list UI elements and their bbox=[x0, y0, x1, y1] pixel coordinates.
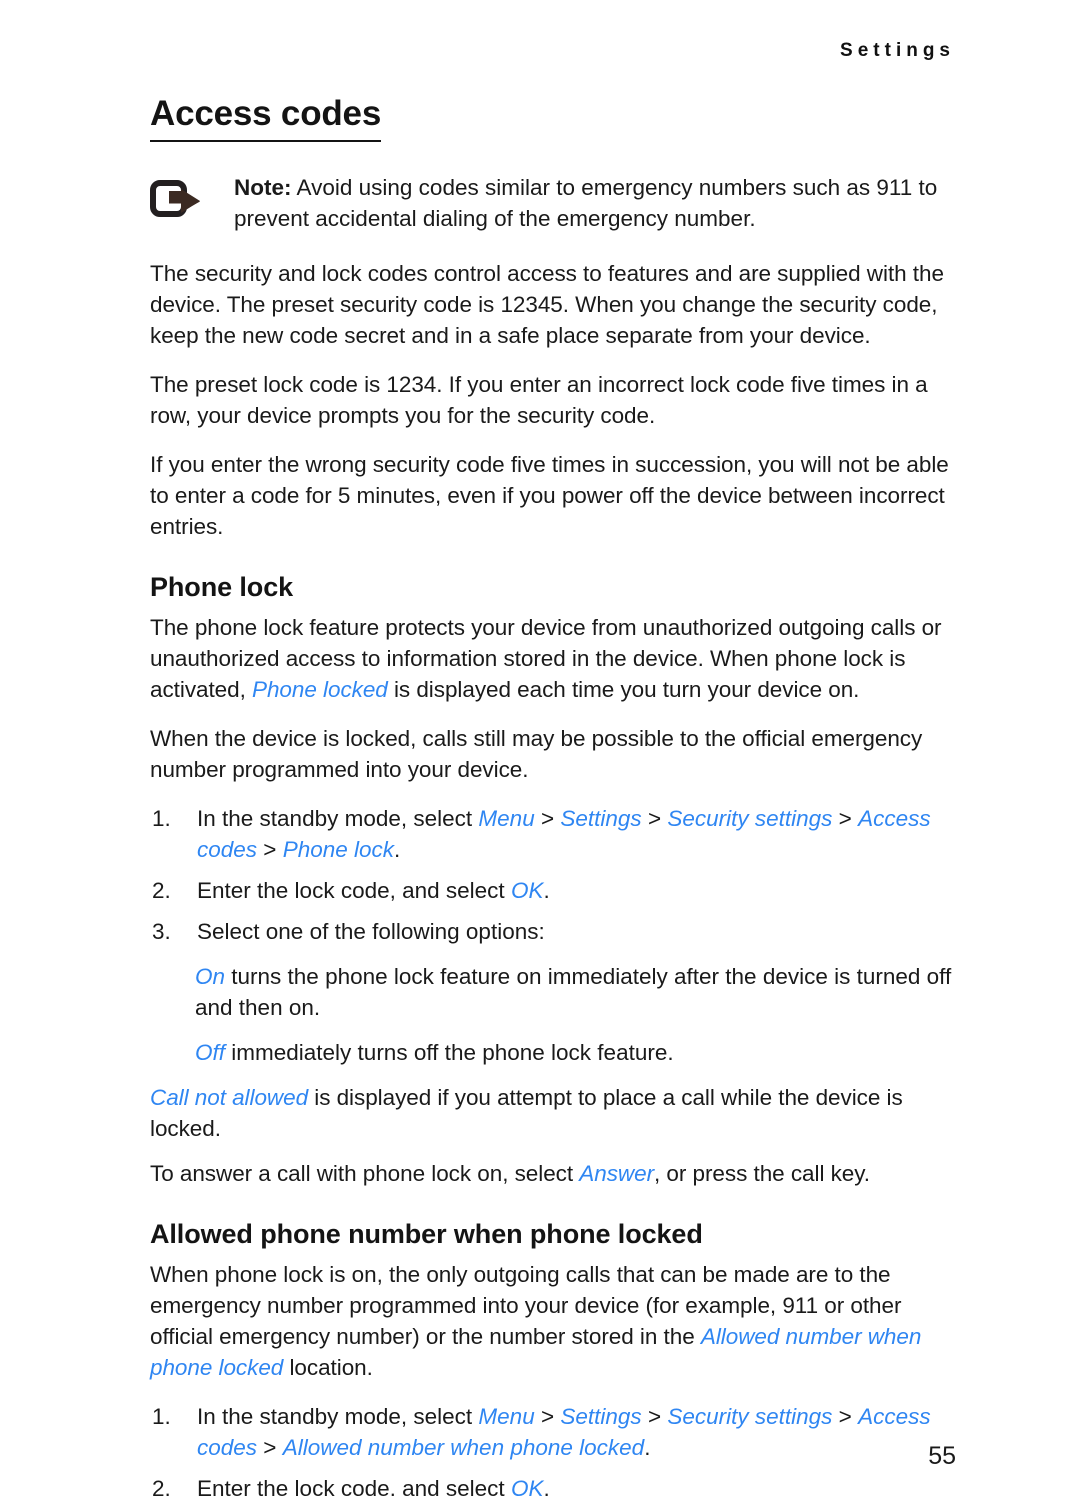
text-segment: Enter the lock code, and select bbox=[197, 1475, 511, 1496]
text-segment: Enter the lock code, and select bbox=[197, 877, 511, 903]
text-segment: . bbox=[543, 1475, 550, 1496]
path-separator: > bbox=[257, 836, 283, 862]
path-separator: > bbox=[534, 1403, 561, 1429]
paragraph-wrong-code: If you enter the wrong security code fiv… bbox=[150, 451, 949, 539]
note-callout: Note: Avoid using codes similar to emerg… bbox=[150, 172, 958, 234]
ui-string-phone-lock: Phone lock bbox=[282, 836, 395, 862]
note-text: Note: Avoid using codes similar to emerg… bbox=[208, 172, 958, 234]
note-pointer-icon bbox=[150, 172, 208, 225]
ui-string-on: On bbox=[195, 963, 226, 989]
text-segment: In the standby mode, select bbox=[197, 805, 479, 831]
heading-phone-lock: Phone lock bbox=[150, 571, 294, 602]
text-segment: location. bbox=[283, 1354, 373, 1380]
text-segment: To answer a call with phone lock on, sel… bbox=[150, 1160, 580, 1186]
note-label: Note: bbox=[234, 174, 292, 200]
steps-phone-lock: 1. In the standby mode, select Menu > Set… bbox=[150, 803, 958, 947]
ui-string-settings: Settings bbox=[560, 805, 642, 831]
ui-string-off: Off bbox=[195, 1039, 226, 1065]
option-on: On turns the phone lock feature on immed… bbox=[150, 961, 958, 1023]
paragraph-phone-lock-intro: The phone lock feature protects your dev… bbox=[150, 612, 958, 705]
text-segment: is displayed each time you turn your dev… bbox=[387, 676, 860, 702]
paragraph-answer-call: To answer a call with phone lock on, sel… bbox=[150, 1158, 958, 1189]
path-separator: > bbox=[641, 1403, 668, 1429]
step-number: 2. bbox=[152, 1475, 171, 1496]
list-item: 3. Select one of the following options: bbox=[150, 916, 958, 947]
ui-string-call-not-allowed: Call not allowed bbox=[150, 1084, 309, 1110]
path-separator: > bbox=[641, 805, 668, 831]
ui-string-menu: Menu bbox=[478, 1403, 535, 1429]
text-segment: Select one of the following options: bbox=[197, 918, 545, 944]
ui-string-settings: Settings bbox=[560, 1403, 642, 1429]
path-separator: > bbox=[832, 1403, 859, 1429]
step-number: 2. bbox=[152, 877, 171, 903]
text-segment: turns the phone lock feature on immediat… bbox=[195, 963, 952, 1020]
text-segment: In the standby mode, select bbox=[197, 1403, 479, 1429]
ui-string-ok: OK bbox=[510, 1475, 544, 1496]
paragraph-allowed-number-intro: When phone lock is on, the only outgoing… bbox=[150, 1259, 958, 1383]
paragraph-call-not-allowed: Call not allowed is displayed if you att… bbox=[150, 1082, 958, 1144]
step-number: 3. bbox=[152, 918, 171, 944]
ui-string-ok: OK bbox=[510, 877, 544, 903]
text-segment: immediately turns off the phone lock fea… bbox=[225, 1039, 674, 1065]
ui-string-phone-locked: Phone locked bbox=[252, 676, 388, 702]
paragraph-lock-code: The preset lock code is 1234. If you ent… bbox=[150, 371, 928, 428]
path-separator: > bbox=[832, 805, 859, 831]
note-body: Avoid using codes similar to emergency n… bbox=[234, 174, 938, 231]
list-item: 2. Enter the lock code, and select OK. bbox=[150, 1473, 958, 1496]
text-segment: , or press the call key. bbox=[654, 1160, 870, 1186]
list-item: 2. Enter the lock code, and select OK. bbox=[150, 875, 958, 906]
option-off: Off immediately turns off the phone lock… bbox=[150, 1037, 958, 1068]
page-title: Access codes bbox=[150, 95, 381, 142]
page-content: Access codes Note: Avoid using codes sim… bbox=[150, 95, 958, 1496]
step-number: 1. bbox=[152, 805, 171, 831]
heading-allowed-phone-number: Allowed phone number when phone locked bbox=[150, 1218, 703, 1249]
step-number: 1. bbox=[152, 1403, 171, 1429]
list-item: 1. In the standby mode, select Menu > Set… bbox=[150, 803, 958, 865]
ui-string-security-settings: Security settings bbox=[667, 805, 833, 831]
path-separator: > bbox=[534, 805, 561, 831]
document-page: Settings Access codes Note: Avoid using … bbox=[0, 0, 1080, 1496]
ui-string-answer: Answer bbox=[579, 1160, 655, 1186]
paragraph-emergency-number: When the device is locked, calls still m… bbox=[150, 725, 923, 782]
text-segment: . bbox=[394, 836, 401, 862]
text-segment: . bbox=[543, 877, 550, 903]
running-header: Settings bbox=[840, 40, 955, 61]
page-number: 55 bbox=[928, 1442, 956, 1470]
page-title-wrapper: Access codes bbox=[150, 95, 958, 150]
paragraph-security-codes: The security and lock codes control acce… bbox=[150, 260, 944, 348]
ui-string-menu: Menu bbox=[478, 805, 535, 831]
ui-string-security-settings: Security settings bbox=[667, 1403, 833, 1429]
